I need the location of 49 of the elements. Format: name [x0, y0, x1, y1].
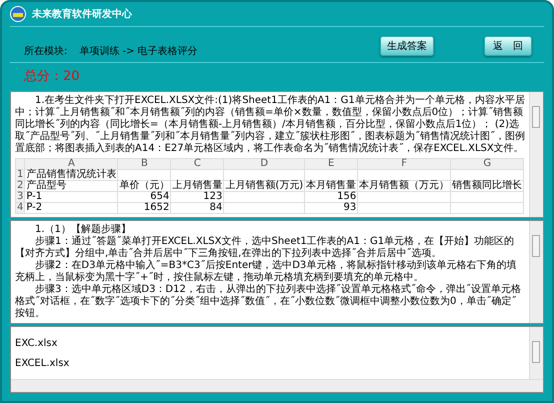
table-header: A [24, 158, 118, 170]
table-cell: 上月销售额(万元) [224, 180, 305, 192]
answer-paragraph: 步骤3：选中单元格区域D3：D12，右击，从弹出的下拉列表中选择˝设置单元格格式˝命令，弹出˝设置单元格格式˝对话框，在˝数字˝选项卡下的˝分类˝组中选择˝数值˝，在˝小数位数˝微调框中调整小数位数为0，单击˝确定˝按钮。 [15, 284, 522, 320]
row-number: 4 [16, 202, 25, 214]
answer-paragraph: 1.（1）【解题步骤】 [34, 224, 132, 236]
table-cell: P-1 [24, 192, 118, 202]
table-cell: P-2 [24, 202, 118, 214]
question-text: 1.在考生文件夹下打开EXCEL.XLSX文件:(1)将Sheet1工作表的A1：G1单元格合并为一个单元格，内容水平居中；计算˝上月销售额˝和˝本月销售额˝列的内容（销售额=单价×数量，数值型，保留小数点后0位）；计算˝销售额同比增长˝列的内容（同比增长=（本月销售额-上月销售额）/本月销售额，百分比型，保留小数点后1位）； (2)选取˝产品型号˝列、˝上月销售量˝列和˝本月销售量˝列内容，建立˝簇状柱形图˝，图表标题为˝销售情况统计图˝，图例置底部；将图表插入到表的A14：E27单元格区域内，将工作表命名为˝销售情况统计表˝，保存EXCEL.XLSX文件。 [15, 95, 525, 155]
table-cell: 654 [118, 192, 171, 202]
table-header [16, 158, 25, 170]
table-header: E [304, 158, 358, 170]
answer-paragraph: 步骤2：在D3单元格中输入˝=B3*C3˝后按Enter键，选中D3单元格，将鼠标指针移动到该单元格右下角的填充柄上，当鼠标变为黑十字˝+˝时，按住鼠标左键，拖动单元格填充柄到要填充的单元格中。 [15, 260, 518, 284]
scrollbar[interactable] [529, 92, 543, 217]
table-cell: 本月销售额（万元） [358, 180, 451, 192]
table-header: C [170, 158, 224, 170]
table-cell: 产品销售情况统计表 [24, 170, 118, 180]
table-header: G [450, 158, 524, 170]
table-header: F [358, 158, 451, 170]
scrollbar-thumb[interactable] [532, 235, 540, 257]
answer-paragraph: 步骤1：通过˝答题˝菜单打开EXCEL.XLSX文件，选中Sheet1工作表的A1：G1单元格，在【开始】功能区的【对齐方式】分组中,单击˝合并后居中˝下三角按钮,在弹出的下拉列表中选择˝合并后居中˝选项。 [15, 236, 516, 260]
table-cell: 销售额同比增长 [450, 180, 524, 192]
table-cell: 1652 [118, 202, 171, 214]
window-title: 未来教育软件研发中心 [32, 7, 132, 21]
table-cell: 上月销售量 [170, 180, 224, 192]
file-item[interactable]: EXCEL.xlsx [15, 358, 525, 370]
table-cell: 156 [304, 192, 358, 202]
table-cell: 123 [170, 192, 224, 202]
total-score: 总分：20 [24, 68, 80, 85]
module-label: 所在模块: [24, 44, 68, 58]
row-number: 3 [16, 192, 25, 202]
table-header: B [118, 158, 171, 170]
breadcrumb: 单项训练 -> 电子表格评分 [79, 44, 198, 58]
table-header: D [224, 158, 305, 170]
table-cell: 93 [304, 202, 358, 214]
table-cell: 产品型号 [24, 180, 118, 192]
table-cell: 单价（元） [118, 180, 171, 192]
file-item[interactable]: EXC.xlsx [15, 338, 525, 350]
table-cell: 本月销售量 [304, 180, 358, 192]
scrollbar-thumb[interactable] [532, 341, 540, 363]
table-cell: 84 [170, 202, 224, 214]
generate-answer-button[interactable]: 生成答案 [380, 36, 434, 56]
logo-icon [10, 6, 26, 22]
horizontal-scrollbar[interactable] [11, 379, 543, 392]
scrollbar[interactable] [529, 221, 543, 323]
row-number: 1 [16, 170, 25, 180]
back-button[interactable]: 返 回 [484, 36, 532, 56]
row-number: 2 [16, 180, 25, 192]
scrollbar-thumb[interactable] [532, 106, 540, 128]
scrollbar[interactable] [529, 327, 543, 379]
